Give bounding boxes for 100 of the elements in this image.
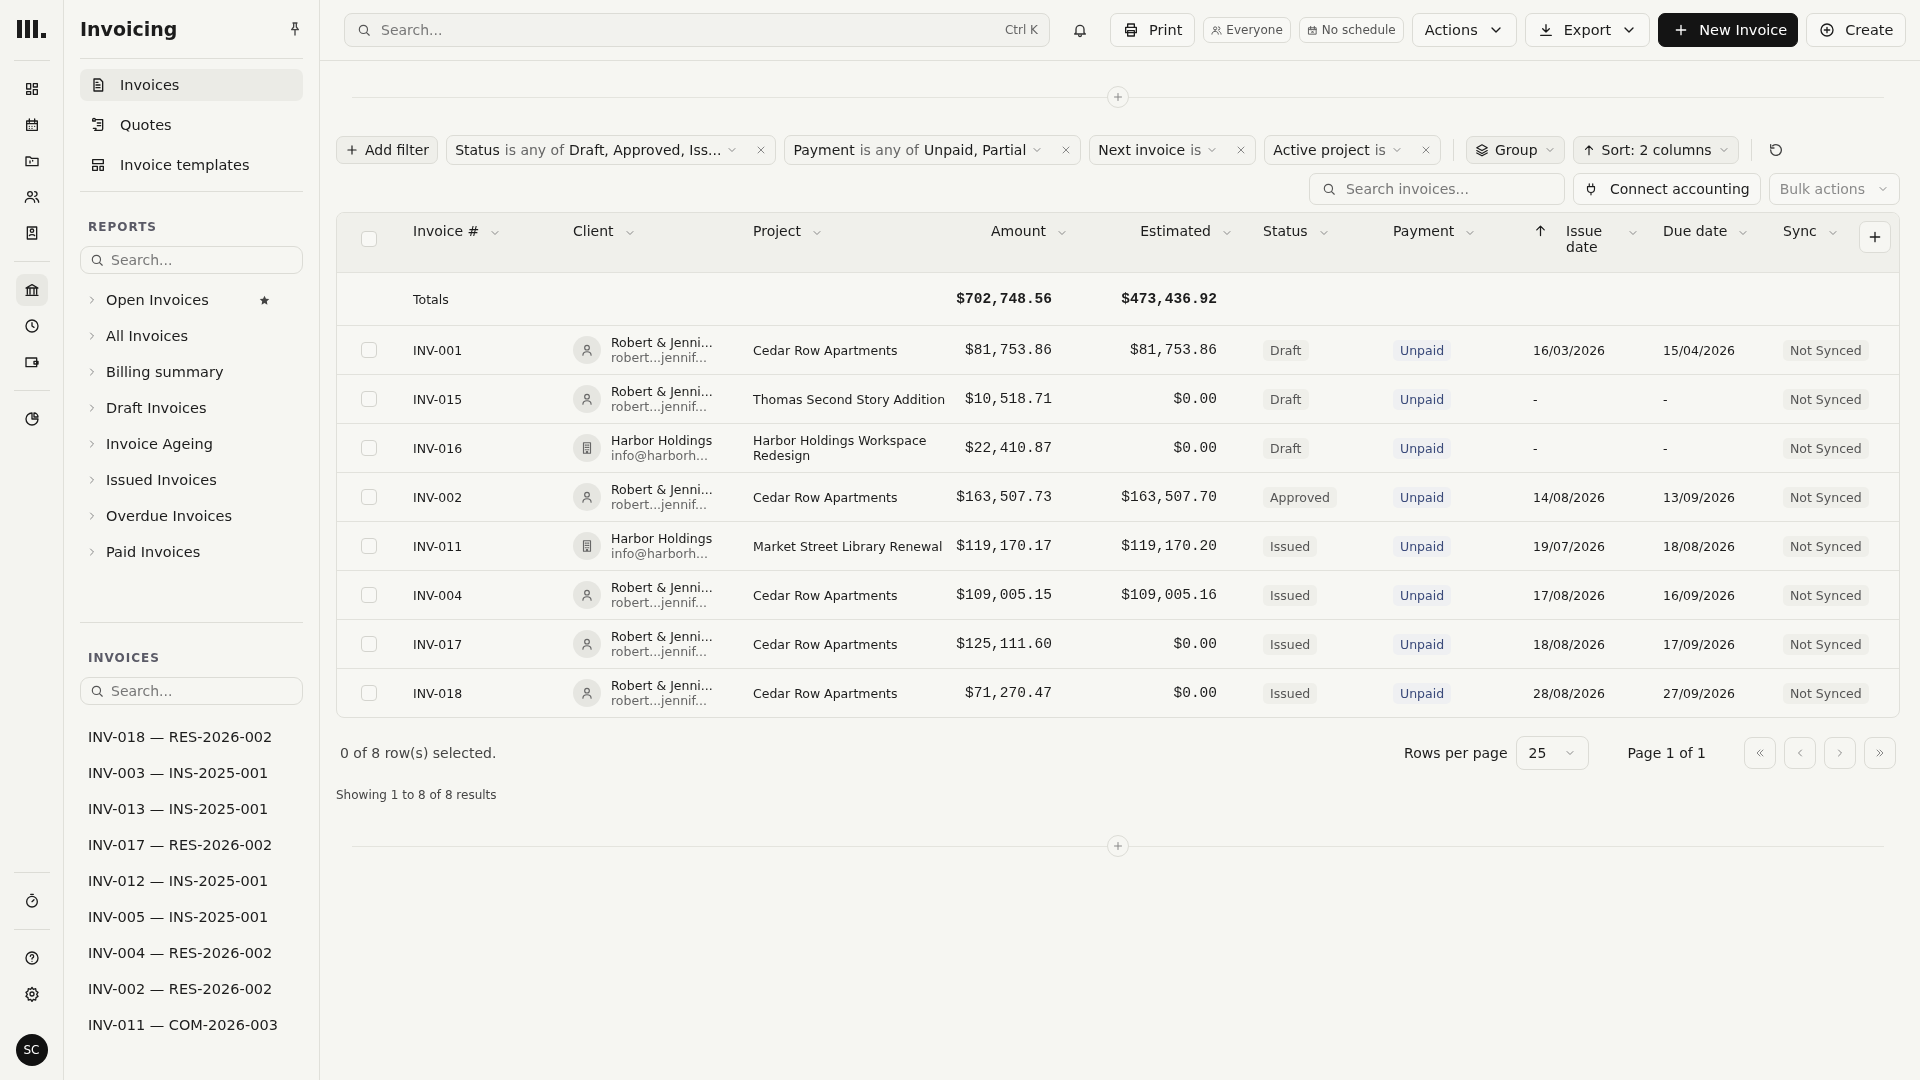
column-header[interactable]: Sync [1783,223,1817,239]
invoice-number[interactable]: INV-011 [413,538,463,554]
row-checkbox[interactable] [361,538,377,554]
row-checkbox[interactable] [361,342,377,358]
settings-icon [23,986,40,1002]
create-button[interactable]: Create [1806,13,1907,47]
column-header[interactable]: Issue date [1566,223,1617,255]
payment-tag: Unpaid [1393,633,1452,655]
add-section-button[interactable] [1107,835,1129,857]
client-name: Robert & Jenni... [611,629,713,644]
refresh-icon[interactable] [1767,142,1784,158]
invoice-number[interactable]: INV-016 [413,440,463,456]
reports-search-field[interactable]: Search... [80,246,303,274]
first-page-button[interactable] [1744,737,1776,769]
project-name: Cedar Row Apartments [753,489,898,505]
report-link[interactable]: Paid Invoices [106,544,201,560]
report-link[interactable]: Billing summary [106,364,224,380]
client-email: robert...jennif... [611,644,708,659]
group-button[interactable]: Group [1465,136,1565,164]
due-date: 16/09/2026 [1663,587,1736,603]
double-chevron-left-icon [1754,747,1766,759]
report-link[interactable]: Issued Invoices [106,472,217,488]
nav-item[interactable]: Invoice templates [80,149,303,181]
filter-chip[interactable]: Payment is any of Unpaid, Partial [784,135,1082,165]
rail-button[interactable] [15,274,48,306]
next-page-button[interactable] [1824,737,1856,769]
invoices-search-field[interactable]: Search... [80,677,303,705]
column-header[interactable]: Amount [991,223,1046,239]
invoice-number[interactable]: INV-001 [413,342,463,358]
audience-chip[interactable]: Everyone [1203,17,1291,43]
schedule-chip[interactable]: No schedule [1298,17,1404,43]
notification-bell-icon[interactable] [1072,22,1088,38]
column-header[interactable]: Payment [1393,223,1455,239]
filter-operator: is [1374,142,1386,158]
column-header[interactable]: Due date [1663,223,1728,239]
filter-chip[interactable]: Next invoice is [1089,135,1257,165]
invoice-number[interactable]: INV-017 [413,636,463,652]
row-checkbox[interactable] [361,685,377,701]
row-checkbox[interactable] [361,391,377,407]
report-link[interactable]: Open Invoices [106,292,209,308]
previous-page-button[interactable] [1784,737,1816,769]
star-icon[interactable] [258,293,271,307]
amount: $119,170.17 [956,538,1052,554]
search-icon [90,253,104,267]
plus-icon [1867,229,1883,245]
column-header[interactable]: Client [573,223,614,239]
invoice-link[interactable]: INV-011 — COM-2026-003 [80,1007,303,1043]
add-section-button[interactable] [1107,86,1129,108]
amount: $22,410.87 [965,440,1052,456]
invoice-search-field[interactable]: Search invoices... [1308,173,1565,205]
invoice-number[interactable]: INV-002 [413,489,463,505]
report-link[interactable]: Draft Invoices [106,400,207,416]
invoice-link[interactable]: INV-017 — RES-2026-002 [80,827,303,863]
report-link[interactable]: Invoice Ageing [106,436,213,452]
payment-tag: Unpaid [1393,535,1452,557]
invoice-link[interactable]: INV-005 — INS-2025-001 [80,899,303,935]
report-link[interactable]: Overdue Invoices [106,508,232,524]
total-amount: $702,748.56 [956,291,1052,307]
connect-accounting-button[interactable]: Connect accounting [1572,173,1761,205]
estimated-amount: $0.00 [1173,440,1217,456]
sort-button[interactable]: Sort: 2 columns [1572,136,1739,164]
invoice-link[interactable]: INV-004 — RES-2026-002 [80,935,303,971]
client-email: robert...jennif... [611,595,708,610]
invoice-link[interactable]: INV-018 — RES-2026-002 [80,719,303,755]
nav-item[interactable]: Quotes [80,109,303,141]
invoice-number[interactable]: INV-004 [413,587,463,603]
invoice-link[interactable]: INV-002 — RES-2026-002 [80,971,303,1007]
column-header[interactable]: Status [1263,223,1308,239]
filter-chip[interactable]: Status is any of Draft, Approved, Iss... [446,135,777,165]
project-name: Cedar Row Apartments [753,342,898,358]
column-header[interactable]: Project [753,223,801,239]
last-page-button[interactable] [1864,737,1896,769]
invoice-link[interactable]: INV-013 — INS-2025-001 [80,791,303,827]
payment-tag: Unpaid [1393,437,1452,459]
column-header[interactable]: Estimated [1140,223,1211,239]
invoice-link[interactable]: INV-003 — INS-2025-001 [80,755,303,791]
invoice-number[interactable]: INV-018 [413,685,463,701]
column-header[interactable]: Invoice # [413,223,480,239]
stopwatch-icon [23,893,40,909]
row-checkbox[interactable] [361,636,377,652]
user-avatar[interactable]: SC [15,1034,48,1066]
report-link[interactable]: All Invoices [106,328,188,344]
row-checkbox[interactable] [361,587,377,603]
filter-chip[interactable]: Active project is [1264,135,1441,165]
invoice-number[interactable]: INV-015 [413,391,463,407]
add-filter-button[interactable]: Add filter [336,136,439,164]
sync-tag: Not Synced [1783,633,1869,655]
shortcut-hint: Ctrl K [1004,23,1038,37]
estimated-amount: $109,005.16 [1121,587,1217,603]
new-invoice-button[interactable]: New Invoice [1658,13,1799,47]
row-checkbox[interactable] [361,440,377,456]
export-button[interactable]: Export [1524,13,1651,47]
nav-item[interactable]: Invoices [80,69,303,101]
rows-per-page-select[interactable]: 25 [1515,736,1590,770]
actions-button[interactable]: Actions [1411,13,1517,47]
invoice-link[interactable]: INV-012 — INS-2025-001 [80,863,303,899]
select-all-checkbox[interactable] [361,231,377,247]
row-checkbox[interactable] [361,489,377,505]
add-column-button[interactable] [1859,221,1891,253]
print-button[interactable]: Print [1110,13,1196,47]
